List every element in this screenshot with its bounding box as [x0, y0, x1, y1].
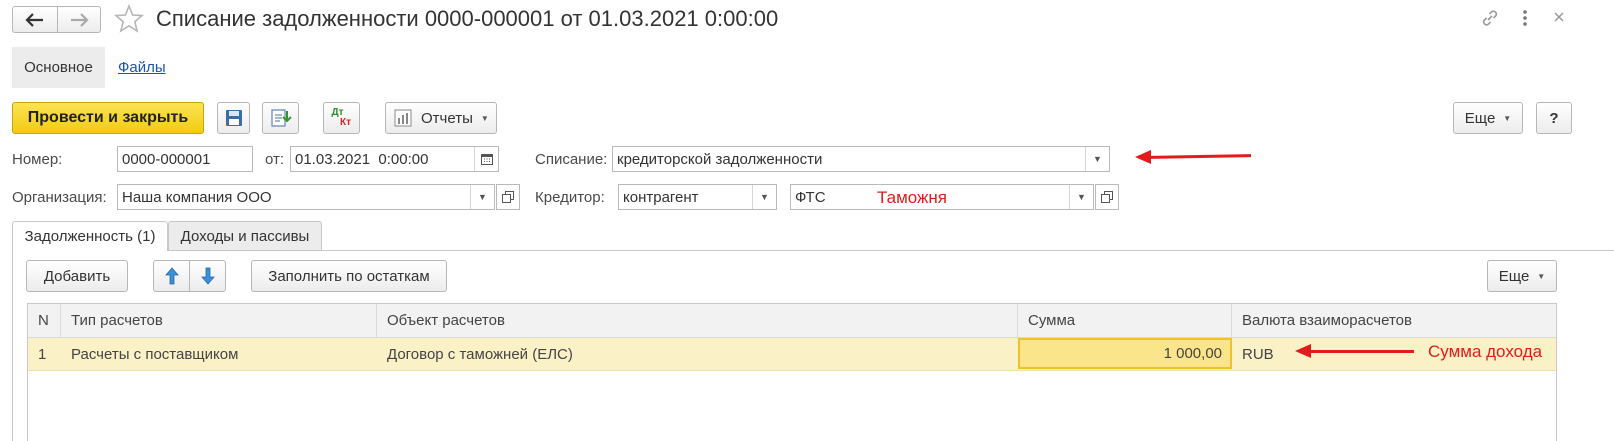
post-button[interactable]	[262, 102, 299, 134]
date-label: от:	[265, 151, 285, 168]
row-amount-cell[interactable]: 1 000,00	[1018, 338, 1232, 369]
chevron-down-icon: ▼	[1503, 113, 1512, 123]
calendar-icon[interactable]	[474, 147, 498, 171]
favorite-star-icon[interactable]	[113, 3, 145, 38]
forward-button[interactable]	[57, 6, 101, 33]
chevron-down-icon[interactable]: ▼	[752, 185, 776, 209]
annotation-arrow-amount	[1310, 350, 1414, 353]
page-title: Списание задолженности 0000-000001 от 01…	[156, 6, 779, 31]
creditor-value: ФТС	[795, 188, 826, 206]
debt-table: N Тип расчетов Объект расчетов Сумма Вал…	[27, 303, 1557, 441]
nav-tab-files[interactable]: Файлы	[118, 59, 166, 76]
dt-kt-icon-bottom: Кт	[339, 117, 351, 128]
organization-open-button[interactable]	[496, 184, 520, 210]
link-icon[interactable]	[1480, 8, 1500, 32]
chevron-down-icon[interactable]: ▼	[1069, 185, 1093, 209]
tab-income-liabilities-label: Доходы и пассивы	[180, 227, 310, 245]
organization-select[interactable]: Наша компания ООО ▼	[117, 184, 495, 210]
reports-button-label: Отчеты	[421, 109, 473, 127]
nav-tab-main-label: Основное	[24, 59, 93, 76]
column-header-amount[interactable]: Сумма	[1018, 304, 1232, 337]
fill-by-balances-button[interactable]: Заполнить по остаткам	[251, 260, 447, 292]
column-header-currency[interactable]: Валюта взаиморасчетов	[1232, 304, 1556, 337]
row-type: Расчеты с поставщиком	[71, 345, 239, 363]
dt-kt-button[interactable]: Дт Кт	[323, 102, 360, 134]
creditor-open-button[interactable]	[1095, 184, 1119, 210]
writeoff-value: кредиторской задолженности	[617, 150, 823, 168]
table-header: N Тип расчетов Объект расчетов Сумма Вал…	[28, 304, 1556, 338]
annotation-income-sum: Сумма дохода	[1428, 342, 1543, 361]
annotation-arrowhead-amount	[1295, 344, 1311, 358]
row-object: Договор с таможней (ЕЛС)	[387, 345, 573, 363]
tab-income-liabilities[interactable]: Доходы и пассивы	[168, 221, 322, 250]
back-button[interactable]	[12, 6, 58, 33]
creditor-type-select[interactable]: контрагент ▼	[618, 184, 777, 210]
number-field[interactable]: 0000-000001	[117, 146, 253, 172]
table-row[interactable]: 1 Расчеты с поставщиком Договор с таможн…	[28, 338, 1556, 371]
table-more-button[interactable]: Еще ▼	[1487, 260, 1557, 292]
writeoff-label: Списание:	[535, 151, 608, 168]
more-button-label: Еще	[1464, 109, 1496, 127]
arrow-left-icon	[25, 12, 43, 27]
report-chart-icon	[394, 109, 412, 127]
reports-button[interactable]: Отчеты ▼	[385, 102, 497, 134]
save-button[interactable]	[217, 102, 250, 134]
tab-debt[interactable]: Задолженность (1)	[12, 221, 168, 251]
post-document-icon	[270, 109, 292, 127]
chevron-down-icon[interactable]: ▼	[1085, 147, 1109, 171]
row-number: 1	[38, 345, 47, 363]
nav-tab-main[interactable]: Основное	[12, 47, 105, 88]
annotation-arrow-writeoff	[1149, 154, 1252, 159]
arrow-right-icon	[71, 12, 89, 27]
move-up-button[interactable]	[153, 260, 190, 292]
chevron-down-icon: ▼	[480, 113, 489, 123]
organization-label: Организация:	[12, 189, 107, 206]
creditor-label: Кредитор:	[535, 189, 605, 206]
help-button[interactable]: ?	[1536, 102, 1572, 134]
move-down-button[interactable]	[189, 260, 226, 292]
annotation-customs: Таможня	[877, 188, 947, 207]
open-window-icon	[502, 191, 514, 203]
post-and-close-button[interactable]: Провести и закрыть	[12, 102, 204, 134]
close-icon[interactable]	[1552, 10, 1566, 28]
floppy-disk-icon	[225, 110, 242, 126]
annotation-arrowhead-writeoff	[1135, 150, 1151, 164]
chevron-down-icon[interactable]: ▼	[470, 185, 494, 209]
arrow-down-icon	[200, 267, 215, 285]
column-header-object[interactable]: Объект расчетов	[377, 304, 1018, 337]
arrow-up-icon	[164, 267, 179, 285]
column-header-type[interactable]: Тип расчетов	[61, 304, 377, 337]
chevron-down-icon: ▼	[1537, 271, 1546, 281]
row-amount-value: 1 000,00	[1163, 345, 1222, 362]
date-value: 01.03.2021 0:00:00	[295, 150, 429, 168]
organization-value: Наша компания ООО	[122, 188, 272, 206]
number-label: Номер:	[12, 151, 63, 168]
date-field[interactable]: 01.03.2021 0:00:00	[290, 146, 499, 172]
creditor-type-value: контрагент	[623, 188, 699, 206]
table-more-button-label: Еще	[1498, 267, 1530, 285]
open-window-icon	[1101, 191, 1113, 203]
writeoff-select[interactable]: кредиторской задолженности ▼	[612, 146, 1110, 172]
more-vertical-icon[interactable]	[1517, 6, 1533, 30]
row-amount[interactable]: 1 000,00	[1018, 338, 1232, 370]
tab-debt-label: Задолженность (1)	[24, 228, 156, 245]
number-value: 0000-000001	[122, 150, 211, 168]
column-header-n[interactable]: N	[28, 304, 61, 337]
add-row-button[interactable]: Добавить	[26, 260, 128, 292]
more-button[interactable]: Еще ▼	[1453, 102, 1523, 134]
